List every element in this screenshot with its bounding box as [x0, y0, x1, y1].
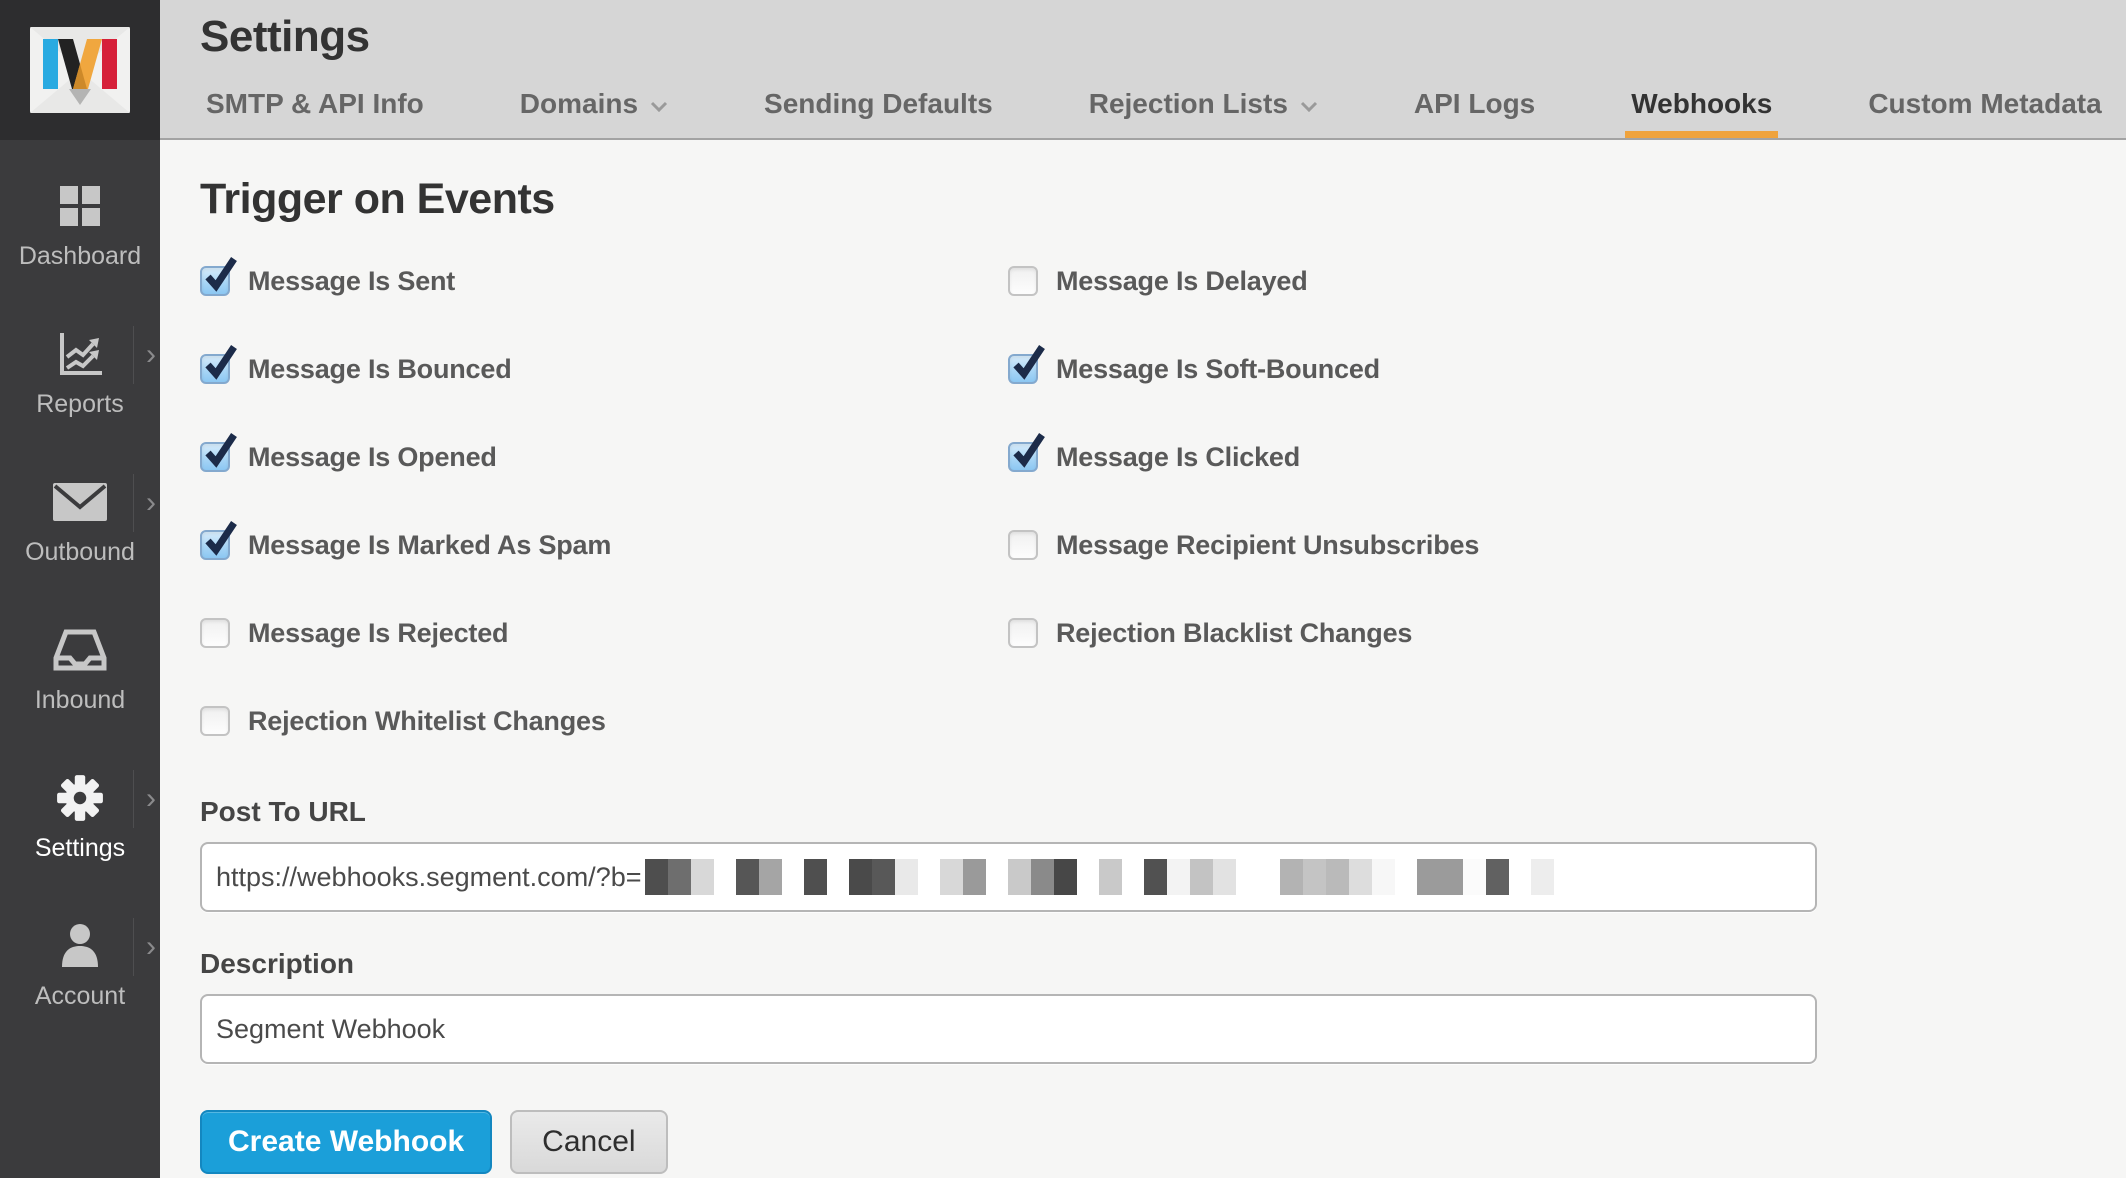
event-row[interactable]: Message Is Clicked: [1008, 442, 2126, 472]
checkbox-label: Rejection Blacklist Changes: [1056, 618, 1412, 649]
tab-label: API Logs: [1414, 88, 1535, 120]
description-value: Segment Webhook: [216, 1014, 445, 1045]
settings-header: Settings SMTP & API Info Domains Sending…: [160, 0, 2126, 140]
sidebar-item-inbound[interactable]: Inbound: [0, 614, 160, 762]
sidebar-item-label: Settings: [35, 834, 125, 863]
tab-custom-metadata[interactable]: Custom Metadata: [1862, 88, 2107, 138]
form-actions: Create Webhook Cancel: [200, 1110, 2126, 1174]
sidebar-item-label: Outbound: [25, 538, 135, 567]
sidebar-item-label: Account: [35, 982, 125, 1011]
event-row[interactable]: Message Is Rejected: [200, 618, 1008, 648]
envelope-icon: [52, 476, 108, 528]
checkbox-message-is-marked-as-spam[interactable]: [200, 530, 230, 560]
tab-label: Webhooks: [1631, 88, 1772, 120]
chevron-right-icon: ›: [133, 326, 156, 384]
events-column-right: Message Is Delayed Message Is Soft-Bounc…: [1008, 266, 2126, 794]
tab-rejection-lists[interactable]: Rejection Lists: [1083, 88, 1324, 138]
main-area: Settings SMTP & API Info Domains Sending…: [160, 0, 2126, 1178]
cancel-button[interactable]: Cancel: [510, 1110, 667, 1174]
checkbox-message-recipient-unsubscribes[interactable]: [1008, 530, 1038, 560]
chevron-right-icon: ›: [133, 474, 156, 532]
sidebar-item-account[interactable]: Account ›: [0, 910, 160, 1058]
event-row[interactable]: Message Is Delayed: [1008, 266, 2126, 296]
dashboard-grid-icon: [58, 180, 102, 232]
checkbox-label: Message Is Marked As Spam: [248, 530, 611, 561]
checkbox-message-is-opened[interactable]: [200, 442, 230, 472]
checkbox-label: Message Is Delayed: [1056, 266, 1308, 297]
event-row[interactable]: Message Is Soft-Bounced: [1008, 354, 2126, 384]
sidebar-item-label: Reports: [36, 390, 124, 419]
sidebar-item-label: Dashboard: [19, 242, 141, 271]
sidebar-item-reports[interactable]: Reports ›: [0, 318, 160, 466]
event-row[interactable]: Message Is Sent: [200, 266, 1008, 296]
tab-smtp-api-info[interactable]: SMTP & API Info: [200, 88, 430, 138]
sidebar-item-dashboard[interactable]: Dashboard: [0, 170, 160, 318]
checkbox-label: Message Is Sent: [248, 266, 455, 297]
settings-tabs: SMTP & API Info Domains Sending Defaults…: [200, 88, 2126, 138]
webhook-form: Trigger on Events Message Is Sent Messag…: [160, 140, 2126, 1178]
chevron-down-icon: [1300, 101, 1318, 112]
logo-block[interactable]: [0, 0, 160, 140]
event-checkbox-grid: Message Is Sent Message Is Bounced Messa…: [200, 266, 2126, 794]
sidebar-item-label: Inbound: [35, 686, 125, 715]
checkbox-message-is-clicked[interactable]: [1008, 442, 1038, 472]
description-label: Description: [200, 948, 2126, 980]
events-column-left: Message Is Sent Message Is Bounced Messa…: [200, 266, 1008, 794]
checkbox-message-is-soft-bounced[interactable]: [1008, 354, 1038, 384]
chevron-down-icon: [650, 101, 668, 112]
post-to-url-label: Post To URL: [200, 796, 2126, 828]
redacted-url-token: [645, 859, 1554, 895]
event-row[interactable]: Message Is Marked As Spam: [200, 530, 1008, 560]
person-icon: [56, 920, 104, 972]
tab-webhooks[interactable]: Webhooks: [1625, 88, 1778, 138]
event-row[interactable]: Rejection Blacklist Changes: [1008, 618, 2126, 648]
section-heading: Trigger on Events: [200, 174, 2126, 224]
checkbox-message-is-bounced[interactable]: [200, 354, 230, 384]
page-title: Settings: [200, 0, 2126, 62]
description-input[interactable]: Segment Webhook: [200, 994, 1817, 1064]
tab-domains[interactable]: Domains: [514, 88, 674, 138]
inbox-tray-icon: [52, 624, 108, 676]
tab-label: Rejection Lists: [1089, 88, 1288, 120]
tab-label: Domains: [520, 88, 638, 120]
chevron-right-icon: ›: [133, 770, 156, 828]
checkbox-label: Message Is Rejected: [248, 618, 508, 649]
mandrill-m-logo: [30, 27, 130, 113]
tab-label: SMTP & API Info: [206, 88, 424, 120]
event-row[interactable]: Rejection Whitelist Changes: [200, 706, 1008, 736]
event-row[interactable]: Message Is Bounced: [200, 354, 1008, 384]
app-window: Dashboard Reports ›: [0, 0, 2126, 1178]
checkbox-label: Message Is Soft-Bounced: [1056, 354, 1380, 385]
checkbox-rejection-whitelist-changes[interactable]: [200, 706, 230, 736]
checkbox-message-is-sent[interactable]: [200, 266, 230, 296]
checkbox-label: Message Is Clicked: [1056, 442, 1300, 473]
sidebar-item-outbound[interactable]: Outbound ›: [0, 466, 160, 614]
sidebar-nav: Dashboard Reports ›: [0, 140, 160, 1058]
line-chart-icon: [56, 328, 104, 380]
post-to-url-value: https://webhooks.segment.com/?b=: [216, 862, 642, 893]
checkbox-label: Message Recipient Unsubscribes: [1056, 530, 1479, 561]
post-to-url-input[interactable]: https://webhooks.segment.com/?b=: [200, 842, 1817, 912]
event-row[interactable]: Message Recipient Unsubscribes: [1008, 530, 2126, 560]
checkbox-label: Rejection Whitelist Changes: [248, 706, 606, 737]
checkbox-message-is-delayed[interactable]: [1008, 266, 1038, 296]
tab-label: Sending Defaults: [764, 88, 993, 120]
checkbox-rejection-blacklist-changes[interactable]: [1008, 618, 1038, 648]
tab-label: Custom Metadata: [1868, 88, 2101, 120]
checkbox-label: Message Is Bounced: [248, 354, 512, 385]
checkbox-label: Message Is Opened: [248, 442, 497, 473]
sidebar-item-settings[interactable]: Settings ›: [0, 762, 160, 910]
gear-icon: [55, 772, 105, 824]
tab-api-logs[interactable]: API Logs: [1408, 88, 1541, 138]
event-row[interactable]: Message Is Opened: [200, 442, 1008, 472]
checkbox-message-is-rejected[interactable]: [200, 618, 230, 648]
tab-sending-defaults[interactable]: Sending Defaults: [758, 88, 999, 138]
create-webhook-button[interactable]: Create Webhook: [200, 1110, 492, 1174]
chevron-right-icon: ›: [133, 918, 156, 976]
sidebar: Dashboard Reports ›: [0, 0, 160, 1178]
